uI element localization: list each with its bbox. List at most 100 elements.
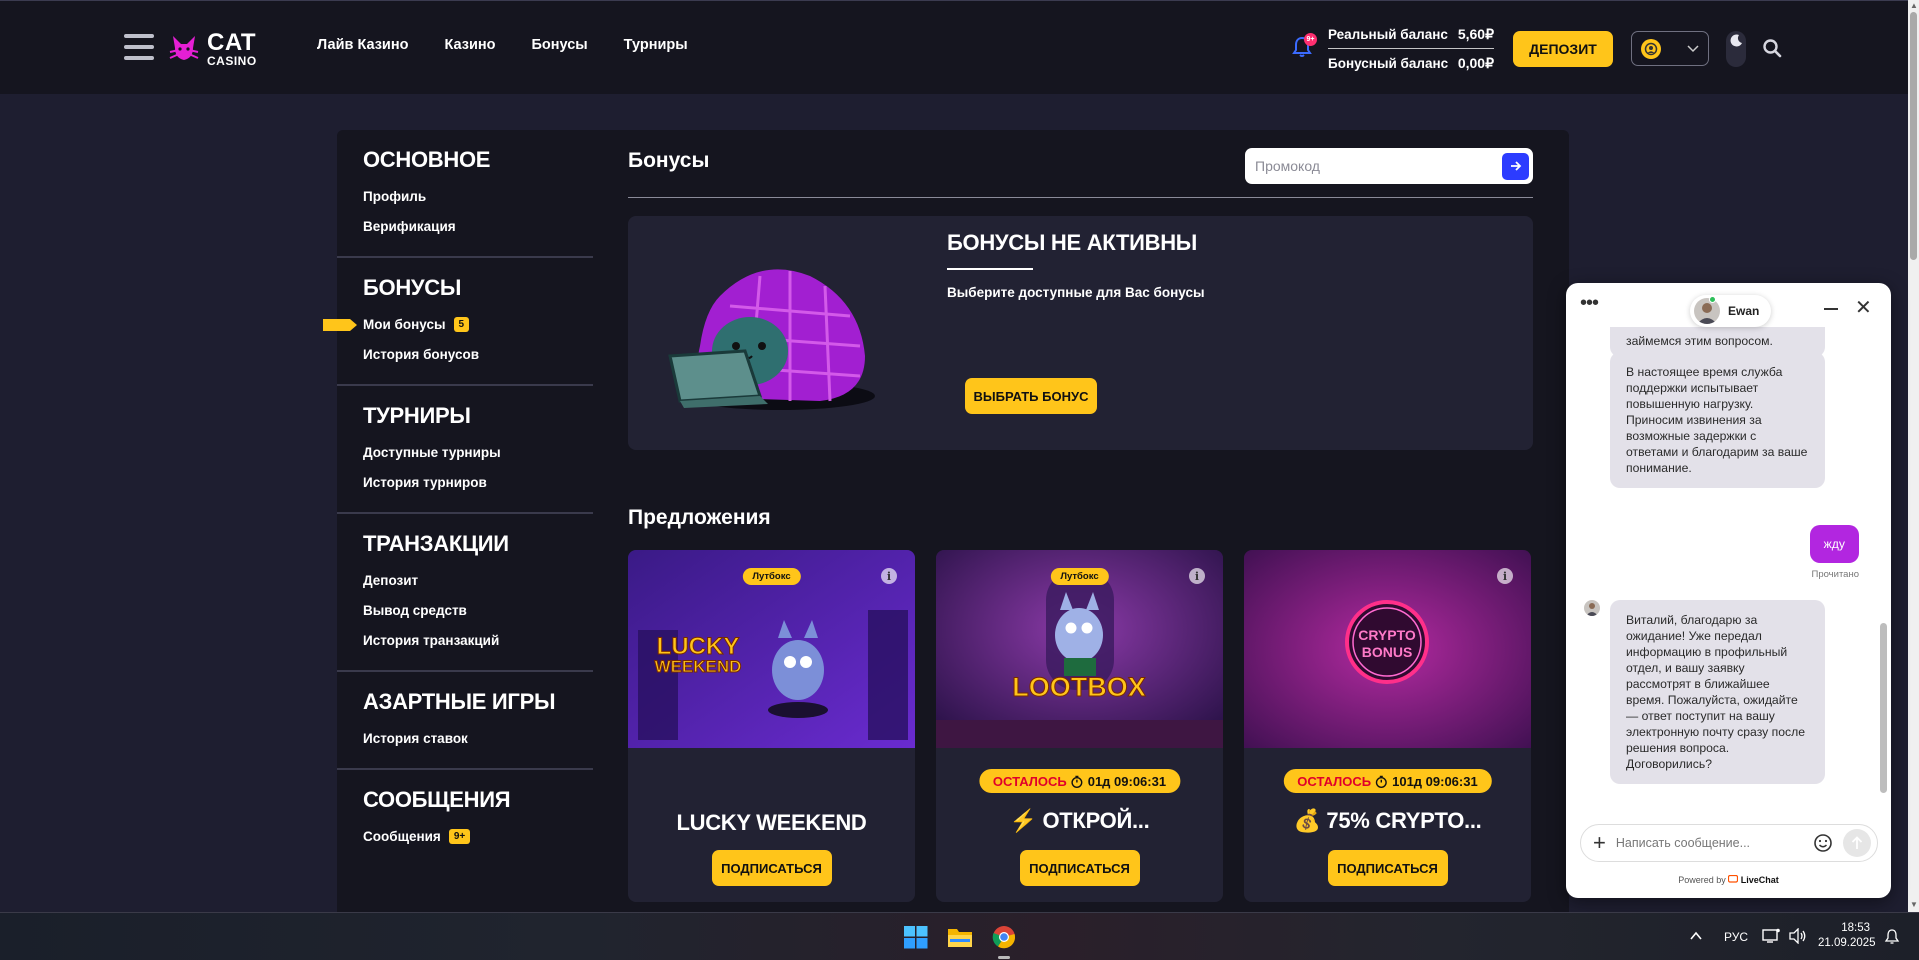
theme-toggle[interactable] xyxy=(1726,31,1746,67)
minimize-icon[interactable] xyxy=(1824,308,1838,310)
page-scrollbar[interactable]: ▲ ▼ xyxy=(1908,0,1919,912)
send-button[interactable] xyxy=(1843,829,1871,857)
close-icon[interactable]: ✕ xyxy=(1855,295,1872,320)
offer-timer: ОСТАЛОСЬ 01д 09:06:31 xyxy=(978,769,1181,793)
user-avatar-icon xyxy=(1641,38,1661,59)
sidebar-section-main: ОСНОВНОЕ Профиль Верификация xyxy=(337,130,593,258)
balances: Реальный баланс 5,60₽ Бонусный баланс 0,… xyxy=(1328,23,1494,75)
bonus-count-badge: 5 xyxy=(453,316,470,332)
offer-name: LUCKY WEEKEND xyxy=(676,810,867,835)
scroll-down-icon[interactable]: ▼ xyxy=(1910,900,1918,909)
volume-icon[interactable] xyxy=(1789,928,1807,944)
logo-subtitle: CASINO xyxy=(207,54,257,68)
agent-avatar-small xyxy=(1584,600,1600,616)
offer-card[interactable]: LUCKY WEEKEND Лутбокс i LUCKY WEEKEND ПО… xyxy=(628,550,915,902)
bonus-status-card: БОНУСЫ НЕ АКТИВНЫ Выберите доступные для… xyxy=(628,216,1533,450)
system-clock[interactable]: 18:53 21.09.2025 xyxy=(1818,921,1876,951)
info-icon[interactable]: i xyxy=(1497,568,1513,584)
user-menu-dropdown[interactable] xyxy=(1631,31,1709,66)
messages-count-badge: 9+ xyxy=(448,828,471,844)
chevron-down-icon xyxy=(1687,44,1699,52)
sidebar-item-bet-history[interactable]: История ставок xyxy=(363,723,593,753)
search-icon[interactable] xyxy=(1762,38,1782,58)
logo[interactable]: CAT CASINO xyxy=(167,31,257,67)
sidebar-item-deposit[interactable]: Депозит xyxy=(363,565,593,595)
offer-art-text: LUCKY xyxy=(657,633,740,660)
windows-start-icon[interactable] xyxy=(903,925,929,949)
chrome-icon[interactable] xyxy=(991,925,1017,949)
sidebar-item-bonus-history[interactable]: История бонусов xyxy=(363,339,593,369)
offer-art-text: WEEKEND xyxy=(655,657,742,676)
nav-live-casino[interactable]: Лайв Казино xyxy=(317,37,408,53)
bonus-status-title: БОНУСЫ НЕ АКТИВНЫ xyxy=(947,230,1198,255)
active-pointer-icon xyxy=(323,319,357,331)
sidebar-item-tournament-history[interactable]: История турниров xyxy=(363,467,593,497)
deposit-button[interactable]: ДЕПОЗИТ xyxy=(1513,31,1613,67)
menu-icon[interactable] xyxy=(124,34,154,60)
sidebar-item-messages[interactable]: Сообщения 9+ xyxy=(363,821,593,851)
arrow-right-icon xyxy=(1510,161,1521,171)
real-balance-label: Реальный баланс xyxy=(1328,27,1448,42)
offer-card[interactable]: LOOTBOX Лутбокс i ОСТАЛОСЬ 01д 09:06:31 … xyxy=(936,550,1223,902)
real-balance-value: 5,60₽ xyxy=(1457,26,1494,42)
divider xyxy=(947,268,1033,270)
choose-bonus-button[interactable]: ВЫБРАТЬ БОНУС xyxy=(965,378,1097,414)
os-taskbar: РУС 18:53 21.09.2025 xyxy=(0,912,1919,960)
lightning-icon: ⚡ xyxy=(1009,808,1037,833)
timer-value: 101д 09:06:31 xyxy=(1392,773,1478,789)
offer-name: ⚡ ОТКРОЙ... xyxy=(1009,808,1150,833)
offer-art-text: CRYPTO xyxy=(1358,627,1416,643)
sidebar-section-title: БОНУСЫ xyxy=(363,275,462,300)
read-status: Прочитано xyxy=(1811,569,1860,580)
info-icon[interactable]: i xyxy=(1189,568,1205,584)
sidebar-section-title: АЗАРТНЫЕ ИГРЫ xyxy=(363,689,556,714)
offer-tag: Лутбокс xyxy=(1050,568,1109,585)
sidebar-item-transaction-history[interactable]: История транзакций xyxy=(363,625,593,655)
powered-by: Powered by LiveChat xyxy=(1678,874,1779,885)
sidebar-item-verification[interactable]: Верификация xyxy=(363,211,593,241)
bonus-balance-value: 0,00₽ xyxy=(1457,55,1494,71)
language-indicator[interactable]: РУС xyxy=(1724,913,1748,960)
sidebar-item-profile[interactable]: Профиль xyxy=(363,181,593,211)
sidebar-item-my-bonuses[interactable]: Мои бонусы 5 xyxy=(323,309,593,339)
chat-message-agent: Виталий, благодарю за ожидание! Уже пере… xyxy=(1610,600,1825,784)
page-title: Бонусы xyxy=(628,149,710,172)
promo-code-input[interactable] xyxy=(1255,158,1502,174)
file-explorer-icon[interactable] xyxy=(947,925,973,949)
active-app-indicator xyxy=(998,956,1010,959)
info-icon[interactable]: i xyxy=(881,568,897,584)
offer-name: 💰 75% CRYPTO... xyxy=(1293,808,1482,833)
offer-image: CRYPTO BONUS xyxy=(1244,550,1531,748)
sidebar-section-title: ТРАНЗАКЦИИ xyxy=(363,531,509,556)
nav-bonuses[interactable]: Бонусы xyxy=(531,37,587,53)
chat-message-user: жду xyxy=(1809,525,1859,563)
subscribe-button[interactable]: ПОДПИСАТЬСЯ xyxy=(1327,850,1448,886)
subscribe-button[interactable]: ПОДПИСАТЬСЯ xyxy=(1019,850,1140,886)
subscribe-button[interactable]: ПОДПИСАТЬСЯ xyxy=(711,850,832,886)
chat-messages[interactable]: займемся этим вопросом. В настоящее врем… xyxy=(1566,327,1891,847)
network-icon[interactable] xyxy=(1762,928,1780,944)
offer-tag: Лутбокс xyxy=(742,568,801,585)
promo-submit-button[interactable] xyxy=(1502,152,1529,180)
clock-date: 21.09.2025 xyxy=(1818,937,1876,949)
chat-scrollbar[interactable] xyxy=(1879,333,1887,803)
nav-tournaments[interactable]: Турниры xyxy=(624,37,688,53)
nav-casino[interactable]: Казино xyxy=(444,37,495,53)
bonus-balance-label: Бонусный баланс xyxy=(1328,56,1449,71)
chat-message-input[interactable] xyxy=(1615,836,1803,850)
offer-card[interactable]: CRYPTO BONUS i ОСТАЛОСЬ 101д 09:06:31 💰 … xyxy=(1244,550,1531,902)
sidebar-item-withdrawal[interactable]: Вывод средств xyxy=(363,595,593,625)
livechat-brand[interactable]: LiveChat xyxy=(1741,875,1779,885)
notifications-bell-icon[interactable] xyxy=(1884,928,1900,945)
bonuses-content: Бонусы БОНУСЫ НЕ АКТИВНЫ Выберит xyxy=(628,130,1533,902)
scroll-up-icon[interactable]: ▲ xyxy=(1910,1,1918,10)
timer-value: 01д 09:06:31 xyxy=(1087,773,1167,789)
logo-title: CAT xyxy=(207,29,257,56)
attach-plus-icon[interactable]: + xyxy=(1593,832,1606,854)
emoji-icon[interactable] xyxy=(1813,833,1833,853)
sidebar-item-available-tournaments[interactable]: Доступные турниры xyxy=(363,437,593,467)
agent-name: Ewan xyxy=(1728,304,1760,318)
more-options-icon[interactable]: ••• xyxy=(1580,293,1599,313)
sidebar-section-bonuses: БОНУСЫ Мои бонусы 5 История бонусов xyxy=(323,258,593,386)
tray-expand-icon[interactable] xyxy=(1690,931,1702,941)
